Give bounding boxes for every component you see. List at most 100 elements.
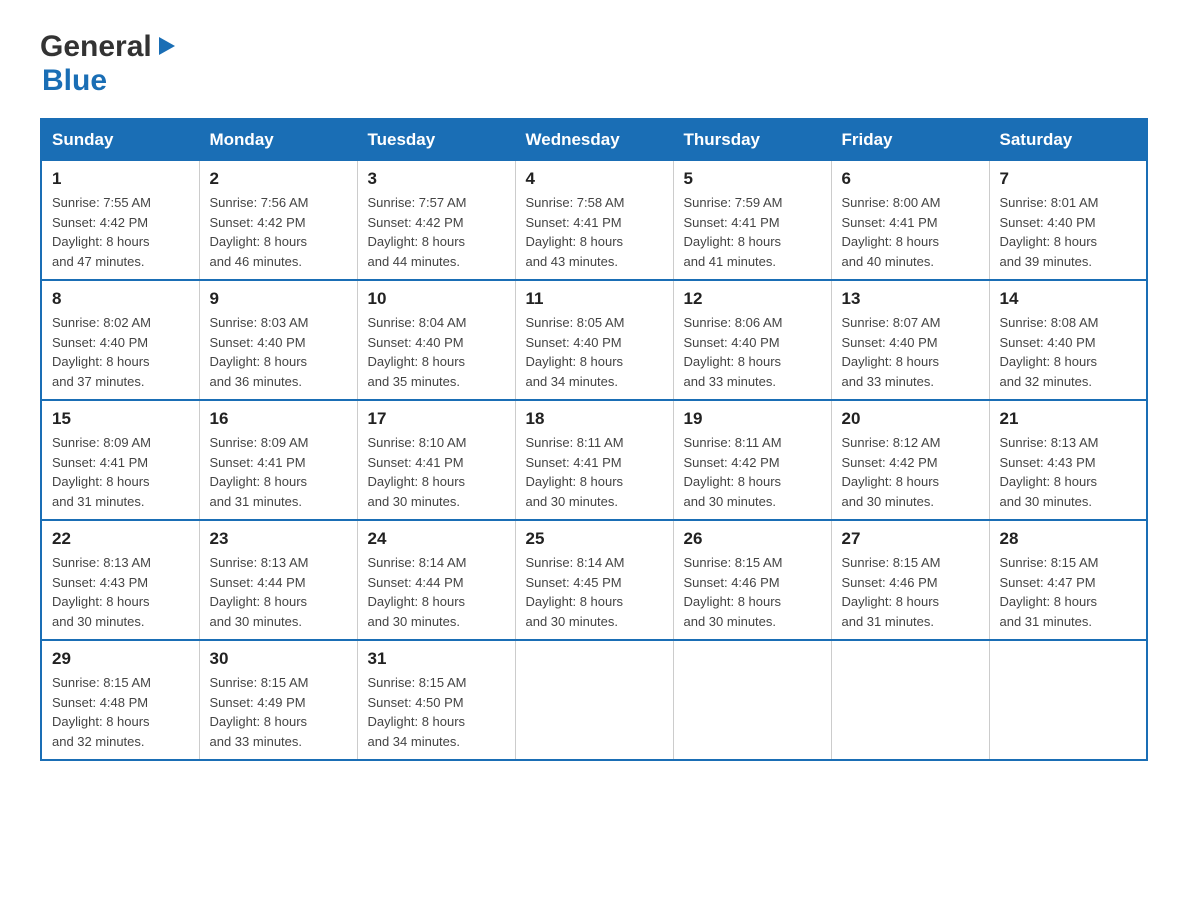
empty-cell <box>515 640 673 760</box>
day-number-31: 31 <box>368 649 505 669</box>
day-number-5: 5 <box>684 169 821 189</box>
empty-cell <box>989 640 1147 760</box>
logo-general-text: General <box>40 30 152 64</box>
day-info-31: Sunrise: 8:15 AMSunset: 4:50 PMDaylight:… <box>368 673 505 751</box>
calendar-day-25: 25 Sunrise: 8:14 AMSunset: 4:45 PMDaylig… <box>515 520 673 640</box>
calendar-day-6: 6 Sunrise: 8:00 AMSunset: 4:41 PMDayligh… <box>831 161 989 281</box>
day-number-3: 3 <box>368 169 505 189</box>
day-number-9: 9 <box>210 289 347 309</box>
calendar-day-14: 14 Sunrise: 8:08 AMSunset: 4:40 PMDaylig… <box>989 280 1147 400</box>
calendar-day-2: 2 Sunrise: 7:56 AMSunset: 4:42 PMDayligh… <box>199 161 357 281</box>
day-header-saturday: Saturday <box>989 119 1147 161</box>
day-info-19: Sunrise: 8:11 AMSunset: 4:42 PMDaylight:… <box>684 433 821 511</box>
day-header-thursday: Thursday <box>673 119 831 161</box>
day-info-15: Sunrise: 8:09 AMSunset: 4:41 PMDaylight:… <box>52 433 189 511</box>
calendar-day-19: 19 Sunrise: 8:11 AMSunset: 4:42 PMDaylig… <box>673 400 831 520</box>
calendar-week-5: 29 Sunrise: 8:15 AMSunset: 4:48 PMDaylig… <box>41 640 1147 760</box>
logo-blue-text: Blue <box>42 64 107 97</box>
day-number-28: 28 <box>1000 529 1137 549</box>
day-info-16: Sunrise: 8:09 AMSunset: 4:41 PMDaylight:… <box>210 433 347 511</box>
calendar-day-4: 4 Sunrise: 7:58 AMSunset: 4:41 PMDayligh… <box>515 161 673 281</box>
day-info-28: Sunrise: 8:15 AMSunset: 4:47 PMDaylight:… <box>1000 553 1137 631</box>
day-info-2: Sunrise: 7:56 AMSunset: 4:42 PMDaylight:… <box>210 193 347 271</box>
day-number-10: 10 <box>368 289 505 309</box>
day-info-25: Sunrise: 8:14 AMSunset: 4:45 PMDaylight:… <box>526 553 663 631</box>
day-info-3: Sunrise: 7:57 AMSunset: 4:42 PMDaylight:… <box>368 193 505 271</box>
day-number-24: 24 <box>368 529 505 549</box>
calendar-day-23: 23 Sunrise: 8:13 AMSunset: 4:44 PMDaylig… <box>199 520 357 640</box>
day-number-29: 29 <box>52 649 189 669</box>
calendar-week-2: 8 Sunrise: 8:02 AMSunset: 4:40 PMDayligh… <box>41 280 1147 400</box>
calendar-day-7: 7 Sunrise: 8:01 AMSunset: 4:40 PMDayligh… <box>989 161 1147 281</box>
calendar-day-30: 30 Sunrise: 8:15 AMSunset: 4:49 PMDaylig… <box>199 640 357 760</box>
day-info-26: Sunrise: 8:15 AMSunset: 4:46 PMDaylight:… <box>684 553 821 631</box>
day-header-friday: Friday <box>831 119 989 161</box>
day-number-21: 21 <box>1000 409 1137 429</box>
day-number-11: 11 <box>526 289 663 309</box>
calendar-day-15: 15 Sunrise: 8:09 AMSunset: 4:41 PMDaylig… <box>41 400 199 520</box>
day-info-13: Sunrise: 8:07 AMSunset: 4:40 PMDaylight:… <box>842 313 979 391</box>
calendar-day-29: 29 Sunrise: 8:15 AMSunset: 4:48 PMDaylig… <box>41 640 199 760</box>
calendar-day-18: 18 Sunrise: 8:11 AMSunset: 4:41 PMDaylig… <box>515 400 673 520</box>
day-number-18: 18 <box>526 409 663 429</box>
calendar-day-21: 21 Sunrise: 8:13 AMSunset: 4:43 PMDaylig… <box>989 400 1147 520</box>
day-number-16: 16 <box>210 409 347 429</box>
day-number-4: 4 <box>526 169 663 189</box>
day-header-sunday: Sunday <box>41 119 199 161</box>
calendar-day-12: 12 Sunrise: 8:06 AMSunset: 4:40 PMDaylig… <box>673 280 831 400</box>
day-info-10: Sunrise: 8:04 AMSunset: 4:40 PMDaylight:… <box>368 313 505 391</box>
day-number-2: 2 <box>210 169 347 189</box>
calendar-day-9: 9 Sunrise: 8:03 AMSunset: 4:40 PMDayligh… <box>199 280 357 400</box>
day-info-30: Sunrise: 8:15 AMSunset: 4:49 PMDaylight:… <box>210 673 347 751</box>
calendar-day-13: 13 Sunrise: 8:07 AMSunset: 4:40 PMDaylig… <box>831 280 989 400</box>
day-info-24: Sunrise: 8:14 AMSunset: 4:44 PMDaylight:… <box>368 553 505 631</box>
calendar-day-10: 10 Sunrise: 8:04 AMSunset: 4:40 PMDaylig… <box>357 280 515 400</box>
calendar-day-1: 1 Sunrise: 7:55 AMSunset: 4:42 PMDayligh… <box>41 161 199 281</box>
calendar-day-16: 16 Sunrise: 8:09 AMSunset: 4:41 PMDaylig… <box>199 400 357 520</box>
calendar-day-17: 17 Sunrise: 8:10 AMSunset: 4:41 PMDaylig… <box>357 400 515 520</box>
calendar-week-3: 15 Sunrise: 8:09 AMSunset: 4:41 PMDaylig… <box>41 400 1147 520</box>
day-number-12: 12 <box>684 289 821 309</box>
day-info-20: Sunrise: 8:12 AMSunset: 4:42 PMDaylight:… <box>842 433 979 511</box>
calendar-week-4: 22 Sunrise: 8:13 AMSunset: 4:43 PMDaylig… <box>41 520 1147 640</box>
day-info-11: Sunrise: 8:05 AMSunset: 4:40 PMDaylight:… <box>526 313 663 391</box>
day-info-9: Sunrise: 8:03 AMSunset: 4:40 PMDaylight:… <box>210 313 347 391</box>
calendar-day-3: 3 Sunrise: 7:57 AMSunset: 4:42 PMDayligh… <box>357 161 515 281</box>
calendar-day-26: 26 Sunrise: 8:15 AMSunset: 4:46 PMDaylig… <box>673 520 831 640</box>
calendar-day-8: 8 Sunrise: 8:02 AMSunset: 4:40 PMDayligh… <box>41 280 199 400</box>
day-info-22: Sunrise: 8:13 AMSunset: 4:43 PMDaylight:… <box>52 553 189 631</box>
day-info-17: Sunrise: 8:10 AMSunset: 4:41 PMDaylight:… <box>368 433 505 511</box>
day-info-14: Sunrise: 8:08 AMSunset: 4:40 PMDaylight:… <box>1000 313 1137 391</box>
calendar-day-20: 20 Sunrise: 8:12 AMSunset: 4:42 PMDaylig… <box>831 400 989 520</box>
logo-triangle-icon <box>155 35 177 62</box>
day-info-7: Sunrise: 8:01 AMSunset: 4:40 PMDaylight:… <box>1000 193 1137 271</box>
day-number-25: 25 <box>526 529 663 549</box>
calendar-day-11: 11 Sunrise: 8:05 AMSunset: 4:40 PMDaylig… <box>515 280 673 400</box>
day-number-17: 17 <box>368 409 505 429</box>
day-number-23: 23 <box>210 529 347 549</box>
page-header: General Blue <box>40 30 1148 98</box>
day-number-27: 27 <box>842 529 979 549</box>
calendar-day-24: 24 Sunrise: 8:14 AMSunset: 4:44 PMDaylig… <box>357 520 515 640</box>
day-number-15: 15 <box>52 409 189 429</box>
day-number-6: 6 <box>842 169 979 189</box>
day-info-21: Sunrise: 8:13 AMSunset: 4:43 PMDaylight:… <box>1000 433 1137 511</box>
day-number-22: 22 <box>52 529 189 549</box>
day-info-27: Sunrise: 8:15 AMSunset: 4:46 PMDaylight:… <box>842 553 979 631</box>
empty-cell <box>673 640 831 760</box>
calendar-day-22: 22 Sunrise: 8:13 AMSunset: 4:43 PMDaylig… <box>41 520 199 640</box>
day-info-6: Sunrise: 8:00 AMSunset: 4:41 PMDaylight:… <box>842 193 979 271</box>
day-header-monday: Monday <box>199 119 357 161</box>
day-info-18: Sunrise: 8:11 AMSunset: 4:41 PMDaylight:… <box>526 433 663 511</box>
day-number-19: 19 <box>684 409 821 429</box>
day-info-5: Sunrise: 7:59 AMSunset: 4:41 PMDaylight:… <box>684 193 821 271</box>
day-header-wednesday: Wednesday <box>515 119 673 161</box>
day-info-8: Sunrise: 8:02 AMSunset: 4:40 PMDaylight:… <box>52 313 189 391</box>
day-number-26: 26 <box>684 529 821 549</box>
logo: General Blue <box>40 30 177 98</box>
calendar-week-1: 1 Sunrise: 7:55 AMSunset: 4:42 PMDayligh… <box>41 161 1147 281</box>
day-info-1: Sunrise: 7:55 AMSunset: 4:42 PMDaylight:… <box>52 193 189 271</box>
day-info-29: Sunrise: 8:15 AMSunset: 4:48 PMDaylight:… <box>52 673 189 751</box>
day-info-4: Sunrise: 7:58 AMSunset: 4:41 PMDaylight:… <box>526 193 663 271</box>
day-info-23: Sunrise: 8:13 AMSunset: 4:44 PMDaylight:… <box>210 553 347 631</box>
